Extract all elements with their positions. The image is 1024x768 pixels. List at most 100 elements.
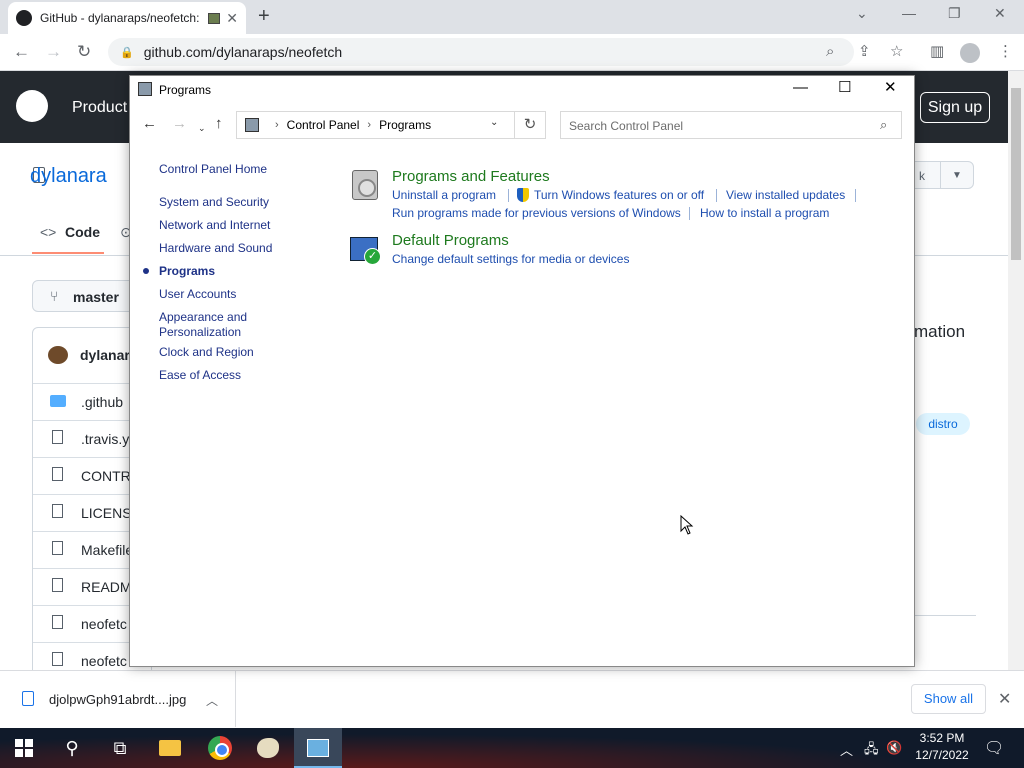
refresh-button[interactable]: ↻ xyxy=(515,111,546,139)
how-to-install-link[interactable]: How to install a program xyxy=(700,206,829,220)
profile-avatar[interactable] xyxy=(960,43,980,63)
branch-icon: ⑂ xyxy=(50,288,59,304)
control-panel-icon xyxy=(307,739,329,757)
file-row[interactable]: CONTRI xyxy=(33,457,133,494)
file-row[interactable]: neofetc xyxy=(33,642,133,670)
branch-selector[interactable]: master xyxy=(32,280,142,312)
sidebar-item-programs[interactable]: Programs xyxy=(159,264,215,279)
file-icon xyxy=(52,615,63,629)
control-panel-icon xyxy=(138,82,152,96)
default-programs-title[interactable]: Default Programs xyxy=(392,232,509,249)
share-icon[interactable]: ⇪ xyxy=(858,44,871,60)
sidebar-item-network-internet[interactable]: Network and Internet xyxy=(159,218,270,233)
zoom-icon[interactable]: ⌕ xyxy=(826,44,834,60)
link-separator xyxy=(716,189,717,202)
sidebar-item-appearance[interactable]: Appearance and Personalization xyxy=(159,310,269,340)
user-avatar[interactable] xyxy=(48,346,68,364)
chrome-menu-icon[interactable]: ⋮ xyxy=(998,44,1013,60)
programs-features-icon[interactable] xyxy=(352,170,378,200)
chrome-button[interactable] xyxy=(196,728,244,768)
window-close-button[interactable]: ✕ xyxy=(884,80,897,96)
file-icon xyxy=(52,504,63,518)
notification-icon[interactable]: 🗨 xyxy=(984,738,1004,758)
file-row[interactable]: Makefile xyxy=(33,531,133,568)
bookmark-star-icon[interactable]: ☆ xyxy=(890,44,903,60)
code-tab[interactable]: Code xyxy=(65,224,100,240)
code-tab-underline xyxy=(32,252,104,254)
change-default-settings-link[interactable]: Change default settings for media or dev… xyxy=(392,252,629,266)
compatibility-link[interactable]: Run programs made for previous versions … xyxy=(392,206,681,220)
tab-close-icon[interactable]: ✕ xyxy=(226,10,238,27)
installed-updates-link[interactable]: View installed updates xyxy=(726,188,845,202)
address-dropdown-icon[interactable]: ⌄ xyxy=(490,117,498,128)
paint-button[interactable] xyxy=(244,728,292,768)
show-all-button[interactable]: Show all xyxy=(911,684,986,714)
back-button[interactable]: ← xyxy=(13,42,30,62)
file-explorer-button[interactable] xyxy=(146,728,194,768)
link-separator xyxy=(508,189,509,202)
github-logo-icon[interactable] xyxy=(16,90,48,122)
search-icon[interactable]: ⚲ xyxy=(48,728,96,768)
window-maximize-button[interactable]: ☐ xyxy=(838,80,851,96)
chevron-up-icon[interactable]: ︿ xyxy=(206,692,218,709)
topic-tag[interactable]: distro xyxy=(916,413,970,435)
forward-button[interactable]: → xyxy=(45,42,62,62)
cp-back-button[interactable]: ← xyxy=(142,116,157,132)
reload-button[interactable]: ↻ xyxy=(77,42,91,62)
network-icon[interactable]: 🖧 xyxy=(864,740,879,762)
uninstall-program-link[interactable]: Uninstall a program xyxy=(392,188,496,202)
file-icon xyxy=(52,430,63,444)
tab-search-icon[interactable]: ⌄ xyxy=(856,5,868,22)
browser-tab[interactable]: GitHub - dylanaraps/neofetch: ✕ xyxy=(8,2,246,34)
system-clock[interactable]: 3:52 PM 12/7/2022 xyxy=(908,730,976,764)
recent-locations-icon[interactable]: ⌄ xyxy=(198,120,206,136)
new-tab-button[interactable]: + xyxy=(258,6,270,26)
programs-features-title[interactable]: Programs and Features xyxy=(392,168,550,185)
up-button[interactable]: ↑ xyxy=(215,116,223,132)
tab-image-icon xyxy=(208,12,221,24)
restore-button[interactable]: ❐ xyxy=(948,5,961,22)
clock-date: 12/7/2022 xyxy=(915,748,969,762)
cp-address-bar[interactable]: › Control Panel › Programs xyxy=(236,111,515,139)
search-control-panel-input[interactable]: Search Control Panel xyxy=(560,111,902,139)
chrome-icon xyxy=(208,736,232,760)
github-product-menu[interactable]: Product xyxy=(72,99,127,117)
file-row[interactable]: .travis.yr xyxy=(33,420,133,457)
windows-features-link[interactable]: Turn Windows features on or off xyxy=(534,188,704,202)
file-row[interactable]: neofetc xyxy=(33,605,133,642)
sidebar-item-user-accounts[interactable]: User Accounts xyxy=(159,287,236,302)
breadcrumb-programs[interactable]: Programs xyxy=(379,118,431,132)
control-panel-button[interactable] xyxy=(294,728,342,768)
file-row[interactable]: LICENSE xyxy=(33,494,133,531)
sidebar-item-ease-of-access[interactable]: Ease of Access xyxy=(159,368,241,383)
side-panel-icon[interactable]: ▥ xyxy=(930,44,944,60)
file-row[interactable]: READM xyxy=(33,568,133,605)
scrollbar-thumb[interactable] xyxy=(1011,88,1021,260)
window-minimize-button[interactable]: — xyxy=(793,80,808,96)
minimize-button[interactable]: — xyxy=(902,5,916,21)
sidebar-item-hardware-sound[interactable]: Hardware and Sound xyxy=(159,241,272,256)
image-file-icon xyxy=(22,691,34,706)
control-panel-home-link[interactable]: Control Panel Home xyxy=(159,162,267,176)
search-icon[interactable]: ⌕ xyxy=(880,117,887,133)
start-button[interactable] xyxy=(0,728,48,768)
sidebar-item-system-security[interactable]: System and Security xyxy=(159,195,269,210)
chevron-up-icon[interactable]: ︿ xyxy=(840,740,853,759)
close-button[interactable]: ✕ xyxy=(994,5,1006,22)
address-bar[interactable]: 🔒 github.com/dylanaraps/neofetch xyxy=(108,38,854,66)
signup-button[interactable]: Sign up xyxy=(920,92,990,123)
file-row[interactable]: .github xyxy=(33,383,133,420)
volume-muted-icon[interactable]: 🔇 xyxy=(886,740,902,756)
file-icon xyxy=(52,467,63,481)
repo-owner-link[interactable]: dylanara xyxy=(30,165,107,188)
sidebar-item-clock-region[interactable]: Clock and Region xyxy=(159,345,254,360)
fork-dropdown-icon[interactable]: ▼ xyxy=(940,161,974,189)
close-download-bar-icon[interactable]: ✕ xyxy=(998,689,1011,709)
clock-time: 3:52 PM xyxy=(919,731,965,745)
file-icon xyxy=(52,652,63,666)
paint-icon xyxy=(257,738,279,758)
breadcrumb-control-panel[interactable]: Control Panel xyxy=(287,118,360,132)
cp-forward-button[interactable]: → xyxy=(172,116,187,132)
task-view-icon[interactable]: ⧉ xyxy=(96,728,144,768)
commit-user[interactable]: dylanar xyxy=(80,347,130,363)
